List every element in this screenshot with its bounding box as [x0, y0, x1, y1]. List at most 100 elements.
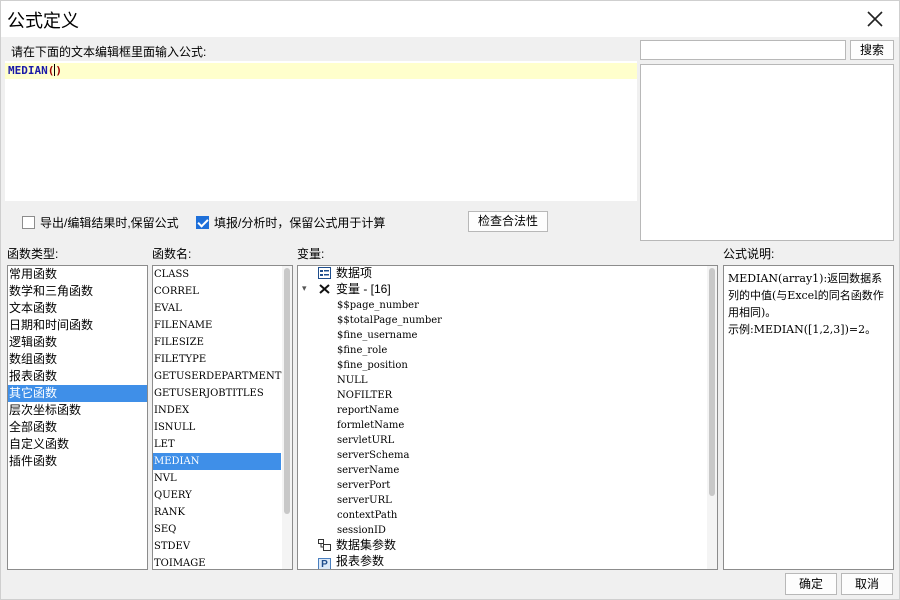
- variable-icon: [319, 284, 330, 294]
- variable-name: NOFILTER: [337, 390, 393, 401]
- function-item[interactable]: EVAL: [153, 300, 281, 317]
- function-item[interactable]: GETUSERDEPARTMENTS: [153, 368, 288, 385]
- report-param-icon: P: [318, 558, 331, 569]
- data-item-label: 数据项: [336, 266, 373, 280]
- function-item[interactable]: SEQ: [153, 521, 281, 538]
- function-item[interactable]: CLASS: [153, 266, 281, 283]
- variable-name: serverPort: [337, 480, 391, 491]
- keep-formula-export-option[interactable]: 导出/编辑结果时,保留公式: [22, 214, 179, 230]
- tree-item-report-params[interactable]: P 报表参数: [318, 554, 384, 569]
- keep-formula-export-checkbox[interactable]: [22, 215, 35, 229]
- category-item[interactable]: 其它函数: [8, 385, 147, 402]
- tree-item-variable[interactable]: serverSchema: [337, 447, 409, 462]
- list-icon: [318, 267, 331, 279]
- category-item[interactable]: 日期和时间函数: [8, 317, 147, 334]
- editor-text: MEDIAN(): [8, 64, 62, 77]
- variable-tree-scrollbar[interactable]: [707, 266, 717, 569]
- keep-formula-fill-option[interactable]: 填报/分析时，保留公式用于计算: [196, 214, 385, 230]
- function-item[interactable]: RANK: [153, 504, 281, 521]
- category-item[interactable]: 全部函数: [8, 419, 147, 436]
- ok-button[interactable]: 确定: [785, 573, 837, 595]
- tree-item-variable[interactable]: reportName: [337, 402, 399, 417]
- category-item[interactable]: 常用函数: [8, 266, 147, 283]
- dataset-params-label: 数据集参数: [336, 538, 397, 552]
- check-validity-button[interactable]: 检查合法性: [468, 211, 548, 232]
- tree-item-variable[interactable]: $fine_position: [337, 357, 408, 372]
- tree-item-variable[interactable]: servletURL: [337, 432, 394, 447]
- tree-item-variable[interactable]: serverPort: [337, 477, 390, 492]
- keep-formula-fill-label: 填报/分析时，保留公式用于计算: [214, 215, 386, 230]
- category-item[interactable]: 层次坐标函数: [8, 402, 147, 419]
- categories-label: 函数类型:: [7, 247, 59, 261]
- description-example: 示例:MEDIAN([1,2,3])=2。: [728, 323, 877, 336]
- function-list-scrollbar[interactable]: [282, 266, 292, 569]
- close-button[interactable]: [863, 7, 887, 31]
- tree-item-variable[interactable]: serverName: [337, 462, 399, 477]
- variable-name: NULL: [337, 375, 368, 386]
- variable-name: sessionID: [337, 525, 386, 536]
- category-item[interactable]: 文本函数: [8, 300, 147, 317]
- function-item[interactable]: FILENAME: [153, 317, 281, 334]
- category-item[interactable]: 自定义函数: [8, 436, 147, 453]
- function-list[interactable]: CLASS CORREL EVAL FILENAME FILESIZE FILETYPE G…: [152, 265, 293, 570]
- variable-name: serverSchema: [337, 450, 410, 461]
- search-button[interactable]: 搜索: [850, 40, 894, 60]
- function-item[interactable]: STDEV: [153, 538, 281, 555]
- function-list-scroll-thumb[interactable]: [284, 268, 290, 514]
- variable-name: serverName: [337, 465, 400, 476]
- category-list[interactable]: 常用函数 数学和三角函数 文本函数 日期和时间函数 逻辑函数 数组函数 报表函数 其它函数 层次…: [7, 265, 148, 570]
- variable-tree-scroll-thumb[interactable]: [709, 268, 715, 496]
- search-input[interactable]: [640, 40, 846, 60]
- dataset-param-icon: [318, 539, 331, 551]
- close-icon: [867, 11, 883, 27]
- category-item[interactable]: 报表函数: [8, 368, 147, 385]
- tree-item-variable[interactable]: NULL: [337, 372, 367, 387]
- category-item[interactable]: 插件函数: [8, 453, 147, 470]
- editor-prompt: 请在下面的文本编辑框里面输入公式:: [11, 45, 207, 59]
- report-params-label: 报表参数: [336, 554, 385, 568]
- function-item[interactable]: MEDIAN: [153, 453, 281, 470]
- keep-formula-fill-checkbox[interactable]: [196, 215, 209, 229]
- cancel-button[interactable]: 取消: [841, 573, 893, 595]
- function-item[interactable]: LET: [153, 436, 281, 453]
- tree-item-variable[interactable]: $$page_number: [337, 297, 419, 312]
- function-item[interactable]: FILESIZE: [153, 334, 281, 351]
- variables-label: 变量:: [297, 247, 325, 261]
- tree-item-variable[interactable]: sessionID: [337, 522, 386, 537]
- variable-name: $$totalPage_number: [337, 315, 442, 326]
- function-item[interactable]: GETUSERJOBTITLES: [153, 385, 281, 402]
- tree-item-variable[interactable]: contextPath: [337, 507, 397, 522]
- formula-editor[interactable]: MEDIAN(): [5, 61, 637, 201]
- tree-item-variable[interactable]: NOFILTER: [337, 387, 392, 402]
- tree-item-variable[interactable]: $fine_role: [337, 342, 387, 357]
- search-results-panel[interactable]: [640, 64, 894, 241]
- function-item[interactable]: FILETYPE: [153, 351, 281, 368]
- title-bar: 公式定义: [1, 1, 899, 37]
- function-item[interactable]: NVL: [153, 470, 281, 487]
- variable-name: formletName: [337, 420, 405, 431]
- expand-toggle-icon[interactable]: ▾: [302, 283, 307, 294]
- window-title: 公式定义: [7, 11, 79, 31]
- category-item[interactable]: 数组函数: [8, 351, 147, 368]
- description-label: 公式说明:: [723, 247, 775, 261]
- editor-close-paren: ): [55, 64, 62, 77]
- category-item[interactable]: 逻辑函数: [8, 334, 147, 351]
- function-item[interactable]: ISNULL: [153, 419, 281, 436]
- tree-item-variable[interactable]: $fine_username: [337, 327, 417, 342]
- tree-item-variable[interactable]: $$totalPage_number: [337, 312, 442, 327]
- category-item[interactable]: 数学和三角函数: [8, 283, 147, 300]
- keep-formula-export-label: 导出/编辑结果时,保留公式: [40, 215, 179, 230]
- tree-item-dataset-params[interactable]: 数据集参数: [318, 538, 396, 553]
- tree-item-variable-group[interactable]: 变量 - [16]: [318, 282, 391, 297]
- function-item[interactable]: INDEX: [153, 402, 281, 419]
- tree-item-data-item[interactable]: 数据项: [318, 266, 372, 281]
- tree-item-variable[interactable]: serverURL: [337, 492, 392, 507]
- function-item[interactable]: TOIMAGE: [153, 555, 281, 569]
- tree-item-variable[interactable]: formletName: [337, 417, 404, 432]
- editor-open-paren: (: [47, 64, 55, 77]
- editor-func-name: MEDIAN: [8, 64, 48, 77]
- function-item[interactable]: QUERY: [153, 487, 281, 504]
- function-item[interactable]: CORREL: [153, 283, 281, 300]
- variable-name: $fine_username: [337, 330, 418, 341]
- variable-tree[interactable]: 数据项变量 - [16] ▾ $$page_number $$totalPage_nu…: [297, 265, 718, 570]
